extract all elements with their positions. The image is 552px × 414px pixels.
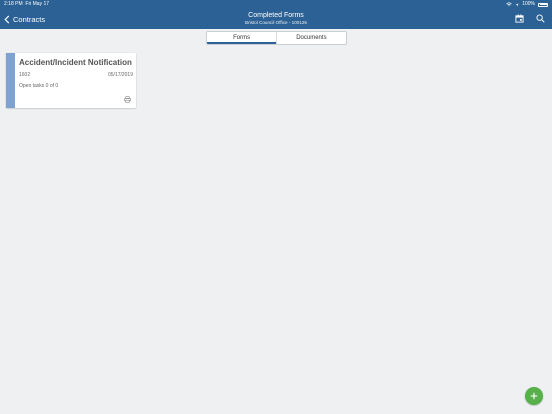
calendar-button[interactable] bbox=[513, 12, 525, 24]
search-icon bbox=[535, 13, 545, 23]
status-time: 2:18 PM Fri May 17 bbox=[4, 0, 49, 9]
card-open-tasks: Open tasks 0 of 0 bbox=[19, 83, 59, 89]
card-id: 1602 bbox=[19, 72, 31, 78]
view-segmented-control: Forms Documents bbox=[206, 31, 347, 45]
page-title: Completed Forms bbox=[248, 12, 304, 19]
add-form-button[interactable] bbox=[525, 387, 543, 405]
tab-documents[interactable]: Documents bbox=[277, 32, 346, 44]
card-date: 05/17/2019 bbox=[107, 72, 133, 78]
card-accent-stripe bbox=[6, 53, 15, 108]
top-bar: 2:18 PM Fri May 17 100% Contracts Comple… bbox=[0, 0, 552, 29]
status-bar: 2:18 PM Fri May 17 100% bbox=[0, 0, 552, 9]
status-time-value: 2:18 PM bbox=[4, 1, 23, 7]
calendar-icon bbox=[514, 13, 524, 23]
battery-percent: 100% bbox=[522, 1, 535, 7]
status-right: 100% bbox=[506, 0, 548, 9]
print-icon[interactable] bbox=[124, 96, 131, 103]
page-subtitle: Bristol Council Office - 100126 bbox=[245, 20, 307, 25]
tab-forms[interactable]: Forms bbox=[207, 32, 277, 44]
status-date-value: Fri May 17 bbox=[25, 1, 50, 7]
battery-icon bbox=[538, 2, 548, 7]
wifi-icon bbox=[506, 2, 512, 7]
search-button[interactable] bbox=[534, 12, 546, 24]
plus-icon bbox=[530, 392, 538, 400]
location-icon bbox=[515, 2, 519, 7]
card-title: Accident/Incident Notification bbox=[19, 58, 132, 67]
header-title-block: Completed Forms Bristol Council Office -… bbox=[0, 11, 552, 26]
form-card[interactable]: Accident/Incident Notification 1602 05/1… bbox=[6, 53, 136, 108]
